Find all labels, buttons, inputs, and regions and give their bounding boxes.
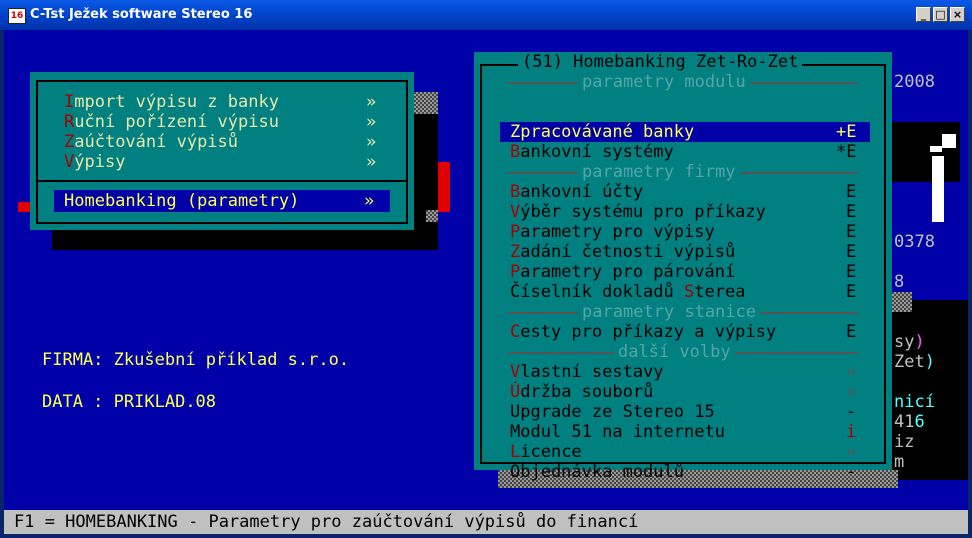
section-label-modulu: parametry modulu xyxy=(578,72,750,92)
submenu-item-vlastni-sestavy[interactable]: Vlastní sestavy xyxy=(510,362,664,382)
submenu-item-ciselnik-dokladu[interactable]: Číselník dokladů Sterea xyxy=(510,282,745,302)
background-window xyxy=(890,122,960,182)
submenu-item-licence[interactable]: Licence xyxy=(510,442,582,462)
bg-text: iz xyxy=(894,432,915,452)
application-window: 16 C-Tst Ježek software Stereo 16 _ □ × … xyxy=(0,0,972,538)
menu-item-homebanking[interactable]: Homebanking (parametry) » xyxy=(54,190,390,212)
red-bar-decoration xyxy=(438,162,450,212)
submenu-flag: - xyxy=(846,402,857,422)
minimize-button[interactable]: _ xyxy=(916,7,931,22)
status-bar: F1 = HOMEBANKING - Parametry pro zaúčtov… xyxy=(4,510,968,534)
submenu-flag: E xyxy=(846,282,857,302)
menu-item-homebanking-arrow: » xyxy=(364,191,375,211)
menu-item-homebanking-label: Homebanking (parametry) xyxy=(64,191,300,211)
bg-text: m xyxy=(894,452,905,472)
menu-item-statements-arrow: » xyxy=(366,152,377,172)
close-button[interactable]: × xyxy=(950,7,965,22)
submenu-flag: *E xyxy=(836,142,857,162)
status-bar-text: F1 = HOMEBANKING - Parametry pro zaúčtov… xyxy=(14,512,639,532)
submenu-item-bankovni-ucty[interactable]: Bankovní účty xyxy=(510,182,643,202)
submenu-title: (51) Homebanking Zet-Ro-Zet xyxy=(518,52,803,72)
white-block xyxy=(942,134,956,148)
bg-text: Zet) xyxy=(894,352,935,372)
bg-text: nicí xyxy=(894,392,935,412)
submenu-item-zpracovavane-banky[interactable]: Zpracovávané banky +E xyxy=(500,122,870,142)
white-bar xyxy=(932,156,944,222)
submenu-flag: i xyxy=(846,422,857,442)
submenu-flag: E xyxy=(846,262,857,282)
data-line: DATA : PRIKLAD.08 xyxy=(42,392,217,412)
console-area: 2008 0378 8 sy) Zet) nicí 416 iz m FIRMA… xyxy=(4,30,968,534)
menu-item-manual-entry-arrow: » xyxy=(366,112,377,132)
title-bar[interactable]: 16 C-Tst Ježek software Stereo 16 _ □ × xyxy=(0,0,972,30)
submenu-item-zadani-cetnosti[interactable]: Zadání četnosti výpisů xyxy=(510,242,735,262)
app-icon: 16 xyxy=(8,8,26,24)
submenu-flag: » xyxy=(846,382,857,402)
submenu-item-objednavka[interactable]: Objednávka modulů xyxy=(510,462,684,482)
submenu-item-bankovni-systemy[interactable]: Bankovní systémy xyxy=(510,142,674,162)
white-block xyxy=(930,146,942,152)
shadow-pattern xyxy=(414,92,438,114)
shadow-pattern xyxy=(892,292,912,312)
maximize-button[interactable]: □ xyxy=(933,7,948,22)
submenu-panel: (51) Homebanking Zet-Ro-Zet parametry mo… xyxy=(474,52,892,482)
submenu-flag: E xyxy=(846,222,857,242)
section-label-dalsi: další volby xyxy=(614,342,735,362)
shadow-pattern xyxy=(426,210,438,222)
submenu-item-udrzba-souboru[interactable]: Údržba souborů xyxy=(510,382,653,402)
submenu-item-label: Zpracovávané banky xyxy=(510,122,695,142)
menu-item-statements[interactable]: Výpisy xyxy=(64,152,125,172)
submenu-item-parametry-parovani[interactable]: Parametry pro párování xyxy=(510,262,735,282)
submenu-flag: E xyxy=(846,322,857,342)
submenu-item-upgrade[interactable]: Upgrade ze Stereo 15 xyxy=(510,402,715,422)
bg-text: sy) xyxy=(894,332,925,352)
submenu-item-vyber-systemu[interactable]: Výběr systému pro příkazy xyxy=(510,202,766,222)
submenu-flag: » xyxy=(846,362,857,382)
submenu-item-modul-internet[interactable]: Modul 51 na internetu xyxy=(510,422,725,442)
company-line: FIRMA: Zkušební příklad s.r.o. xyxy=(42,350,350,370)
main-menu-panel: Import výpisu z banky » Ruční pořízení v… xyxy=(30,72,414,230)
menu-item-import-arrow: » xyxy=(366,92,377,112)
submenu-item-parametry-vypisy[interactable]: Parametry pro výpisy xyxy=(510,222,715,242)
menu-item-import[interactable]: Import výpisu z banky xyxy=(64,92,279,112)
bg-text: 416 xyxy=(894,412,925,432)
window-title: C-Tst Ježek software Stereo 16 xyxy=(30,7,253,22)
section-label-firmy: parametry firmy xyxy=(578,162,740,182)
bg-number-text: 0378 xyxy=(894,232,935,252)
submenu-item-flag: +E xyxy=(836,122,857,142)
submenu-flag: E xyxy=(846,242,857,262)
bg-year-text: 2008 xyxy=(894,72,935,92)
submenu-flag: » xyxy=(846,442,857,462)
section-label-stanice: parametry stanice xyxy=(578,302,760,322)
submenu-flag: - xyxy=(846,462,857,482)
menu-item-accounting[interactable]: Zaúčtování výpisů xyxy=(64,132,238,152)
main-menu-separator xyxy=(36,180,408,182)
menu-item-manual-entry[interactable]: Ruční pořízení výpisu xyxy=(64,112,279,132)
menu-item-accounting-arrow: » xyxy=(366,132,377,152)
bg-number-text: 8 xyxy=(894,272,905,292)
submenu-flag: E xyxy=(846,202,857,222)
submenu-flag: E xyxy=(846,182,857,202)
submenu-item-cesty[interactable]: Cesty pro příkazy a výpisy xyxy=(510,322,776,342)
